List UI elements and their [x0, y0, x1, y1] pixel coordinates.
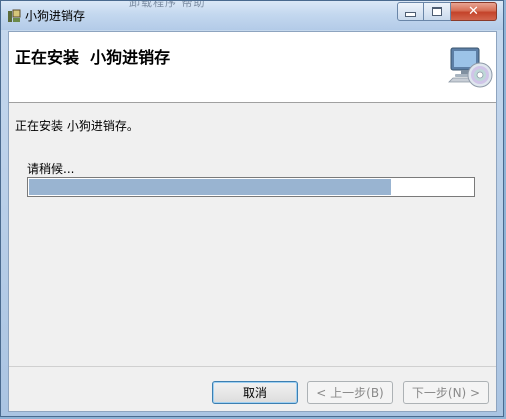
computer-cd-icon — [447, 44, 493, 90]
close-icon: ✕ — [468, 3, 479, 19]
maximize-button[interactable] — [424, 2, 451, 21]
install-progress-bar — [27, 177, 475, 197]
cancel-button[interactable]: 取消 — [212, 381, 298, 404]
minimize-button[interactable] — [397, 2, 424, 21]
installer-app-icon — [6, 8, 22, 24]
install-status-text: 正在安装 小狗进销存。 — [15, 119, 139, 133]
page-title: 正在安装 小狗进销存 — [15, 48, 171, 67]
wizard-header: 正在安装 小狗进销存 — [9, 32, 496, 103]
next-button[interactable]: 下一步(N) > — [403, 381, 489, 404]
installer-window: 卸载程序 帮助 小狗进销存 ✕ 正在安装 小狗进销存 正在安装 小狗进销存。 请… — [0, 0, 504, 417]
minimize-icon — [405, 12, 416, 17]
footer-divider — [9, 366, 496, 367]
wizard-client-area: 正在安装 小狗进销存 正在安装 小狗进销存。 请稍候... 取消 < 上一步(B… — [8, 31, 497, 412]
title-bar[interactable]: 卸载程序 帮助 小狗进销存 ✕ — [1, 1, 503, 30]
close-button[interactable]: ✕ — [451, 2, 497, 21]
back-button[interactable]: < 上一步(B) — [307, 381, 393, 404]
progress-fill — [29, 179, 391, 195]
background-ghost-text: 卸载程序 帮助 — [129, 0, 206, 9]
maximize-icon — [432, 7, 442, 16]
window-title: 小狗进销存 — [25, 9, 86, 23]
wait-label: 请稍候... — [27, 162, 75, 176]
caption-buttons: ✕ — [397, 2, 497, 22]
